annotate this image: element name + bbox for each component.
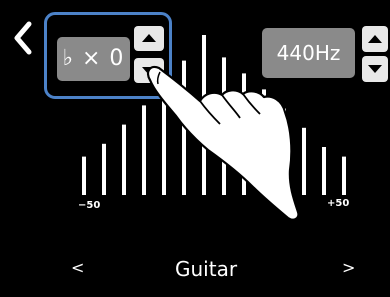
pointing-hand-icon bbox=[146, 65, 300, 221]
tuner-screen: ♭ × 0 440Hz −50 +50 < Guitar > bbox=[0, 0, 390, 297]
